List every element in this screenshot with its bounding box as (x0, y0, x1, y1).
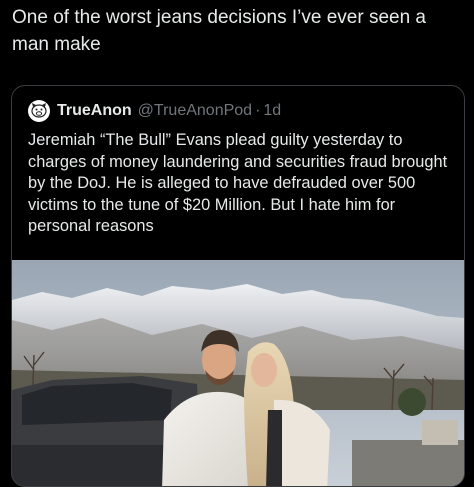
quote-header: TrueAnon @TrueAnonPod · 1d (28, 100, 281, 122)
quote-author-handle[interactable]: @TrueAnonPod (138, 102, 252, 120)
avatar[interactable] (28, 100, 50, 122)
separator-dot: · (255, 102, 261, 119)
attached-photo[interactable] (12, 260, 464, 487)
pig-icon (31, 103, 47, 118)
quoted-tweet-card[interactable]: TrueAnon @TrueAnonPod · 1d Jeremiah “The… (11, 85, 465, 487)
quote-timestamp[interactable]: 1d (263, 102, 281, 120)
quote-author-name[interactable]: TrueAnon (57, 102, 132, 120)
tweet-text: One of the worst jeans decisions I’ve ev… (12, 7, 427, 55)
quote-text: Jeremiah “The Bull” Evans plead guilty y… (28, 131, 448, 235)
